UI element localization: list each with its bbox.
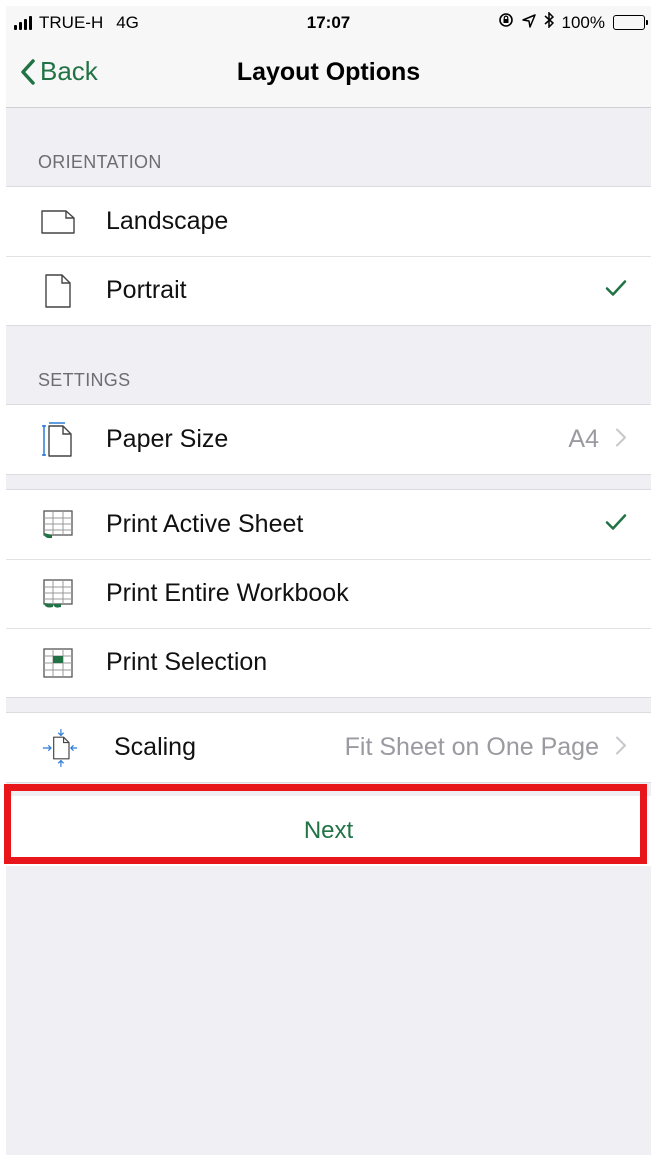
print-entire-workbook-label: Print Entire Workbook: [106, 579, 349, 607]
print-selection-label: Print Selection: [106, 648, 268, 676]
print-active-sheet-option[interactable]: Print Active Sheet: [6, 490, 651, 559]
status-right: 100%: [498, 11, 648, 33]
selection-icon: [40, 645, 76, 681]
rotation-lock-icon: [498, 12, 514, 33]
checkmark-icon: [605, 513, 627, 536]
scaling-value: Fit Sheet on One Page: [344, 733, 599, 761]
bluetooth-icon: [544, 11, 554, 33]
scaling-group: Scaling Fit Sheet on One Page: [6, 712, 651, 783]
landscape-page-icon: [40, 204, 76, 240]
landscape-label: Landscape: [106, 207, 229, 235]
paper-size-icon: [40, 421, 76, 458]
portrait-page-icon: [40, 273, 76, 309]
portrait-label: Portrait: [106, 276, 187, 304]
entire-workbook-icon: [40, 576, 76, 612]
scaling-row[interactable]: Scaling Fit Sheet on One Page: [6, 713, 651, 782]
battery-percent: 100%: [561, 12, 605, 32]
battery-icon: [613, 15, 648, 30]
print-entire-workbook-option[interactable]: Print Entire Workbook: [6, 559, 651, 628]
location-icon: [521, 13, 536, 33]
settings-header: SETTINGS: [38, 370, 131, 390]
scaling-icon: [42, 728, 78, 767]
paper-size-value: A4: [568, 425, 599, 453]
highlight-box: [4, 784, 647, 864]
print-scope-group: Print Active Sheet Print Entire Workbook…: [6, 489, 651, 698]
page-title: Layout Options: [236, 58, 421, 86]
chevron-right-icon: [615, 735, 627, 760]
active-sheet-icon: [40, 507, 76, 543]
paper-size-row[interactable]: Paper Size A4: [6, 405, 651, 474]
orientation-group: Landscape Portrait: [6, 186, 651, 326]
landscape-option[interactable]: Landscape: [6, 187, 651, 256]
screen: TRUE-H 4G 17:07 100% Back Layout Options: [6, 6, 651, 1155]
status-bar: TRUE-H 4G 17:07 100%: [6, 6, 651, 38]
print-selection-option[interactable]: Print Selection: [6, 628, 651, 697]
paper-size-label: Paper Size: [106, 425, 229, 453]
portrait-option[interactable]: Portrait: [6, 256, 651, 325]
scaling-label: Scaling: [114, 733, 196, 761]
checkmark-icon: [605, 279, 627, 302]
orientation-header: ORIENTATION: [38, 152, 162, 172]
navigation-bar: Back Layout Options: [6, 38, 651, 108]
chevron-right-icon: [615, 427, 627, 452]
print-active-sheet-label: Print Active Sheet: [106, 510, 304, 538]
paper-size-group: Paper Size A4: [6, 404, 651, 475]
